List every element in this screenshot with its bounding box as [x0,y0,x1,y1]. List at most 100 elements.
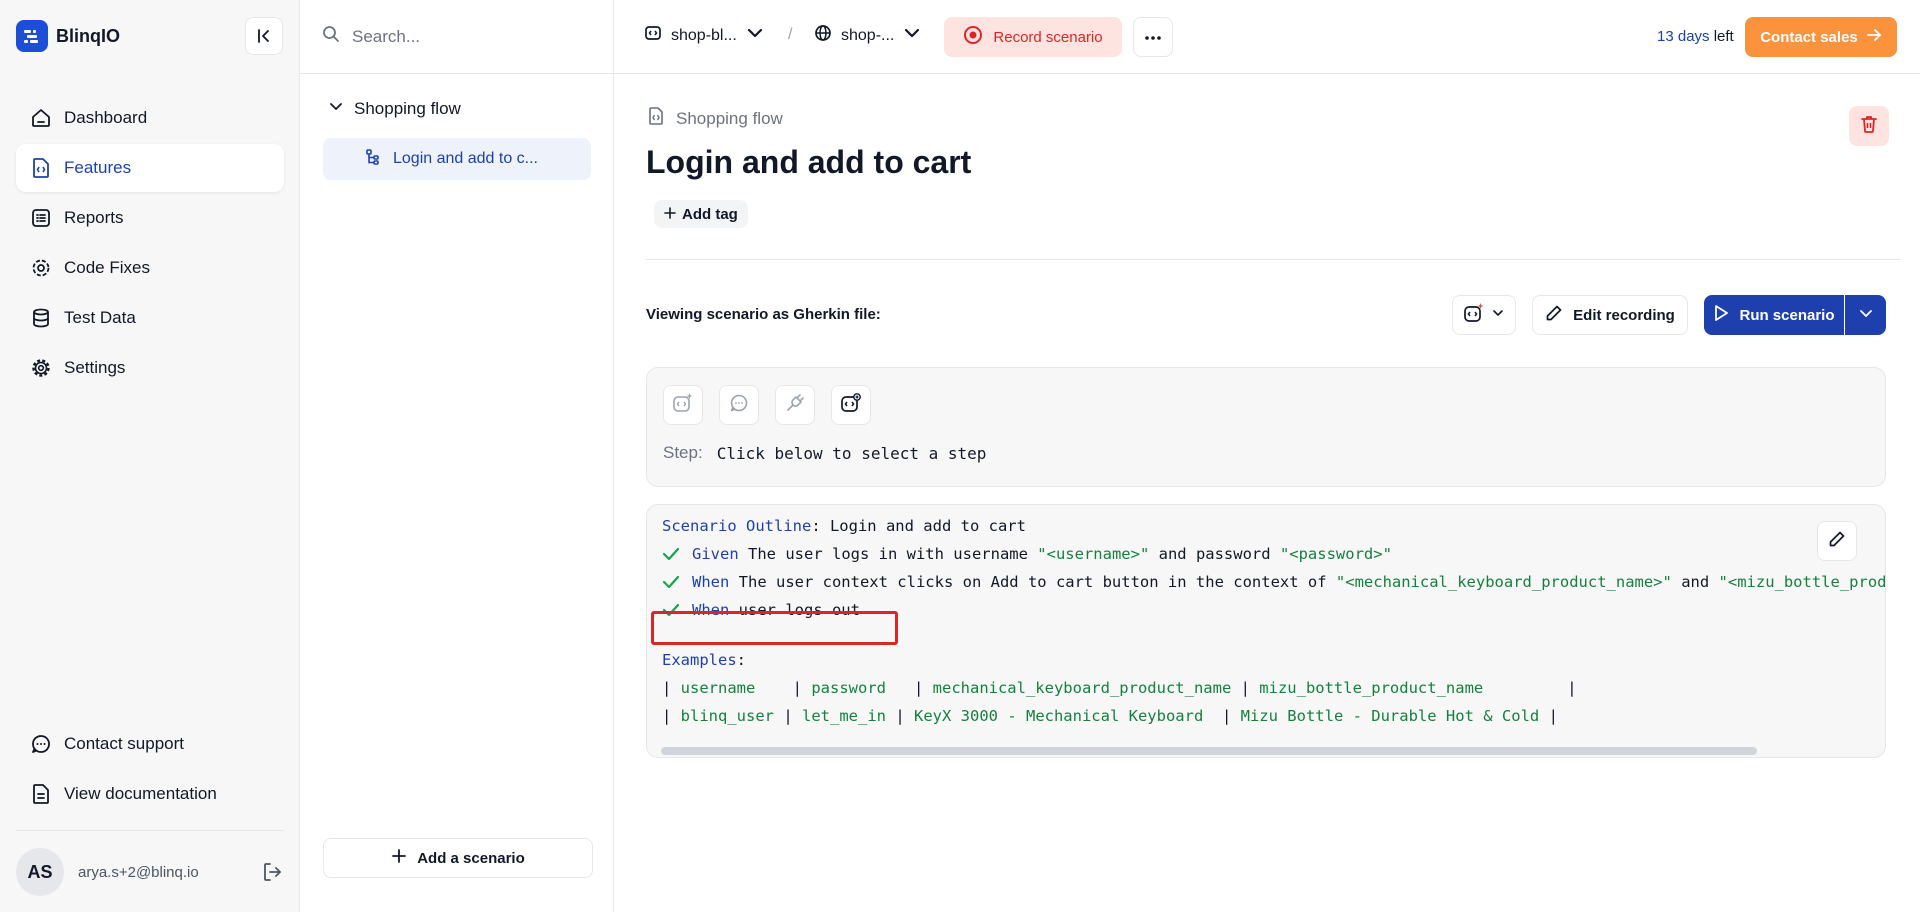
edit-recording-label: Edit recording [1573,306,1675,324]
more-options-button[interactable] [1133,17,1173,57]
feature-file-icon [30,157,52,179]
table-header-cell: password [811,679,905,697]
run-scenario-button[interactable]: Run scenario [1704,295,1844,335]
table-cell: let_me_in [802,707,886,725]
step-label: Step: [663,443,703,462]
sidebar-divider [16,830,284,831]
list-icon [30,207,52,229]
run-options-dropdown[interactable] [1845,295,1886,335]
table-pipe: | [662,679,681,697]
highlighted-step-box [651,611,898,645]
pencil-icon [1828,530,1846,553]
table-pipe: | [774,707,802,725]
logout-icon[interactable] [260,860,284,884]
contact-sales-button[interactable]: Contact sales [1745,17,1897,57]
gherkin-keyword: Given [692,545,739,563]
table-header-cell: mizu_bottle_product_name [1259,679,1558,697]
add-tag-label: Add tag [682,205,738,223]
delete-scenario-button[interactable] [1849,106,1889,146]
table-pipe: | [1231,679,1260,697]
ai-assist-step-button[interactable] [831,385,871,425]
tree-item-scenario[interactable]: Login and add to c... [323,138,591,180]
pencil-icon [1545,304,1563,326]
sidebar-item-test-data[interactable]: Test Data [16,294,284,342]
blinqio-logo-icon [16,20,48,52]
table-cell: Mizu Bottle - Durable Hot & Cold [1240,707,1540,725]
sidebar-item-reports[interactable]: Reports [16,194,284,242]
gherkin-step-text: The user logs in with username [738,545,1038,563]
gherkin-step-text: and [1671,573,1719,591]
search-input[interactable] [352,26,592,47]
sidebar-item-settings[interactable]: Settings [16,344,284,392]
run-scenario-label: Run scenario [1739,306,1835,324]
step-panel: Step: Click below to select a step [646,367,1886,487]
environment-selector[interactable]: shop-... [814,24,921,47]
gherkin-code-panel[interactable]: Scenario Outline: Login and add to cart … [646,504,1886,758]
table-pipe: | [1539,707,1558,725]
ai-assistant-dropdown[interactable] [1452,295,1516,335]
sidebar: BlinqIO Dashboard Features Reports Code … [0,0,300,912]
gherkin-step-line[interactable]: When The user context clicks on Add to c… [662,570,1886,594]
ai-sparkle-icon [1463,302,1485,329]
project-name: shop-bl... [671,26,737,44]
sidebar-item-label: Settings [64,358,126,377]
avatar[interactable]: AS [16,848,64,896]
brand[interactable]: BlinqIO [16,20,120,52]
add-tag-button[interactable]: Add tag [654,200,748,228]
examples-line[interactable]: Examples: [662,648,746,672]
examples-data-row[interactable]: | blinq_user | let_me_in | KeyX 3000 - M… [662,704,1558,728]
table-header-cell: username [680,679,784,697]
table-header-cell: mechanical_keyboard_product_name [932,679,1232,697]
user-profile: AS arya.s+2@blinq.io [16,848,284,896]
sidebar-item-features[interactable]: Features [16,144,284,192]
scenario-outline-line[interactable]: Scenario Outline: Login and add to cart [662,514,1026,538]
search-icon [322,25,340,48]
chevron-down-icon [903,24,921,47]
sidebar-item-code-fixes[interactable]: Code Fixes [16,244,284,292]
breadcrumb[interactable]: Shopping flow [646,106,783,131]
record-scenario-button[interactable]: Record scenario [944,17,1122,57]
horizontal-scrollbar[interactable] [661,747,1757,755]
check-icon [662,546,692,562]
sidebar-item-label: Test Data [64,308,136,327]
edit-recording-button[interactable]: Edit recording [1532,295,1688,335]
connect-step-button[interactable] [775,385,815,425]
table-cell: KeyX 3000 - Mechanical Keyboard [914,707,1213,725]
sidebar-item-label: Reports [64,208,124,227]
edit-gherkin-button[interactable] [1817,521,1857,561]
sidebar-item-dashboard[interactable]: Dashboard [16,94,284,142]
collapse-sidebar-button[interactable] [245,17,283,55]
table-pipe: | [1212,707,1241,725]
arrow-right-icon [1866,27,1882,47]
ai-generate-step-button[interactable] [663,385,703,425]
sidebar-nav: Dashboard Features Reports Code Fixes Te… [16,94,284,394]
contact-support-label: Contact support [64,734,185,753]
gherkin-step-text: The user context clicks on Add to cart b… [729,573,1336,591]
document-icon [30,783,52,805]
add-scenario-button[interactable]: Add a scenario [323,838,593,878]
project-selector[interactable]: shop-bl... [644,24,764,47]
contact-support-link[interactable]: Contact support [16,720,284,768]
gherkin-parameter: "<password>" [1279,545,1392,563]
feature-file-icon [646,106,666,131]
chat-bubble-icon [30,733,52,755]
ai-code-sparkle-icon [672,392,694,419]
gherkin-step-line[interactable]: Given The user logs in with username "<u… [662,542,1392,566]
gherkin-parameter: "<username>" [1037,545,1150,563]
view-documentation-link[interactable]: View documentation [16,770,284,818]
table-pipe: | [662,707,681,725]
gherkin-step-text: and password [1149,545,1280,563]
chevron-down-icon[interactable] [328,98,344,119]
main-content: Shopping flow Login and add to cart Add … [614,74,1920,912]
more-horizontal-icon [1144,28,1162,46]
tree-group-shopping-flow[interactable]: Shopping flow [328,98,461,119]
project-icon [644,24,662,47]
page-title: Login and add to cart [646,144,972,180]
step-value: Click below to select a step [716,443,987,463]
examples-header-row[interactable]: | username | password | mechanical_keybo… [662,676,1577,700]
sidebar-bottom-nav: Contact support View documentation [16,720,284,820]
gherkin-keyword: When [692,573,730,591]
gherkin-parameter: "<mizu_bottle_product_name>" [1718,573,1886,591]
comment-step-button[interactable] [719,385,759,425]
trial-days: 13 days [1657,28,1710,45]
